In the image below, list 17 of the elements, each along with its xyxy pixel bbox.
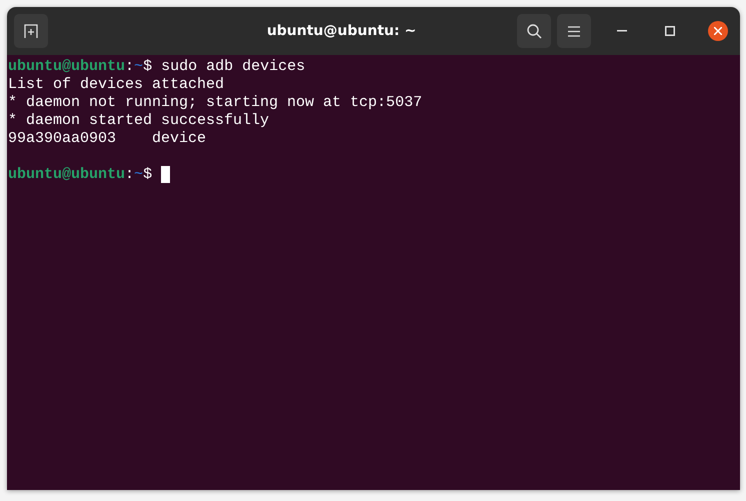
terminal-output: * daemon started successfully (8, 112, 270, 130)
terminal-line: ubuntu@ubuntu:~$ sudo adb devices (8, 58, 306, 76)
terminal-output: 99a390aa0903 device (8, 130, 206, 148)
search-button[interactable] (517, 14, 551, 48)
close-icon (714, 27, 722, 35)
menu-icon (568, 26, 580, 36)
new-tab-button[interactable] (14, 14, 48, 48)
new-tab-icon (23, 23, 39, 39)
search-icon (526, 23, 542, 39)
window-title: ubuntu@ubuntu: ~ (266, 23, 418, 39)
menu-button[interactable] (557, 14, 591, 48)
close-button[interactable] (708, 21, 728, 41)
minimize-icon (617, 30, 627, 32)
terminal-output: List of devices attached (8, 76, 224, 94)
maximize-icon (665, 26, 675, 36)
terminal-output: * daemon not running; starting now at tcp:5037 (8, 94, 422, 112)
terminal-line: ubuntu@ubuntu:~$ (8, 166, 152, 184)
